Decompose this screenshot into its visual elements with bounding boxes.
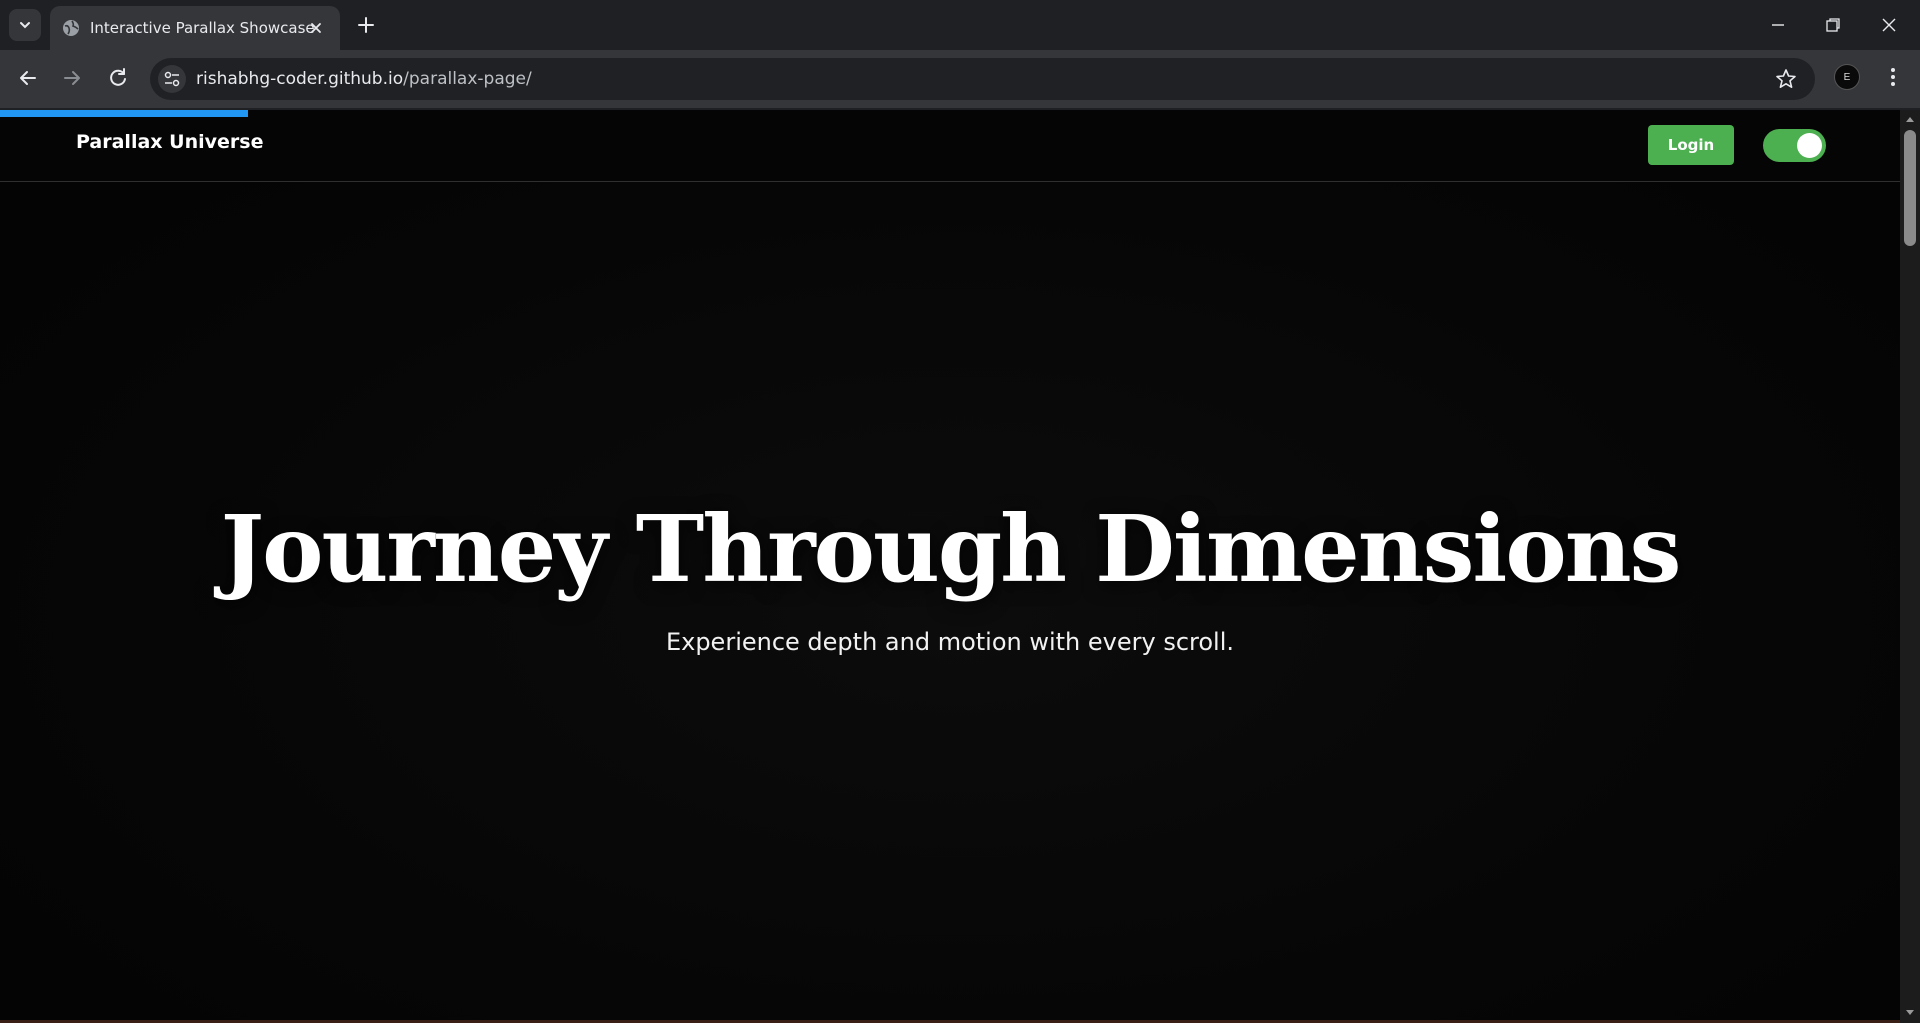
scrollbar-thumb[interactable]	[1904, 130, 1916, 246]
profile-initial: E	[1843, 71, 1851, 83]
site-brand[interactable]: Parallax Universe	[76, 131, 263, 153]
tab-title: Interactive Parallax Showcase	[90, 19, 315, 37]
forward-arrow-icon[interactable]	[58, 64, 86, 92]
url-text: rishabhg-coder.github.io/parallax-page/	[196, 69, 532, 89]
url-host: rishabhg-coder.github.io	[196, 69, 404, 89]
back-arrow-icon[interactable]	[14, 64, 42, 92]
minimize-icon[interactable]	[1765, 12, 1791, 38]
scroll-down-arrow-icon[interactable]	[1904, 1007, 1916, 1019]
chevron-down-icon	[20, 22, 30, 29]
hero-title: Journey Through Dimensions	[220, 495, 1682, 603]
star-icon[interactable]	[1774, 67, 1798, 91]
window-close-icon[interactable]	[1876, 12, 1902, 38]
browser-toolbar: rishabhg-coder.github.io/parallax-page/	[0, 50, 1920, 108]
new-tab-icon[interactable]	[354, 13, 378, 37]
login-button[interactable]: Login	[1648, 125, 1734, 165]
restore-icon[interactable]	[1820, 12, 1846, 38]
browser-chrome: Interactive Parallax Showcase rishabhg-c…	[0, 0, 1920, 110]
address-bar[interactable]: rishabhg-coder.github.io/parallax-page/	[150, 58, 1815, 100]
site-header: Parallax Universe Login	[0, 110, 1900, 182]
tune-icon	[164, 71, 180, 87]
url-path: /parallax-page/	[403, 69, 532, 89]
tab-search-button[interactable]	[9, 9, 41, 41]
hero-subtitle: Experience depth and motion with every s…	[665, 628, 1235, 656]
profile-avatar[interactable]: E	[1834, 64, 1860, 90]
browser-tab[interactable]: Interactive Parallax Showcase	[50, 6, 340, 50]
scroll-up-arrow-icon[interactable]	[1904, 113, 1916, 125]
toggle-knob	[1797, 133, 1822, 158]
more-vertical-icon[interactable]	[1880, 64, 1906, 90]
scroll-progress-bar	[0, 110, 248, 117]
theme-toggle[interactable]	[1763, 129, 1826, 162]
page-viewport: Parallax Universe Login Journey Through …	[0, 110, 1920, 1023]
tab-strip: Interactive Parallax Showcase	[0, 0, 1920, 50]
reload-icon[interactable]	[104, 64, 132, 92]
close-icon[interactable]	[308, 20, 324, 36]
globe-icon	[63, 20, 79, 36]
site-info-button[interactable]	[158, 65, 186, 93]
vertical-scrollbar[interactable]	[1900, 110, 1920, 1023]
